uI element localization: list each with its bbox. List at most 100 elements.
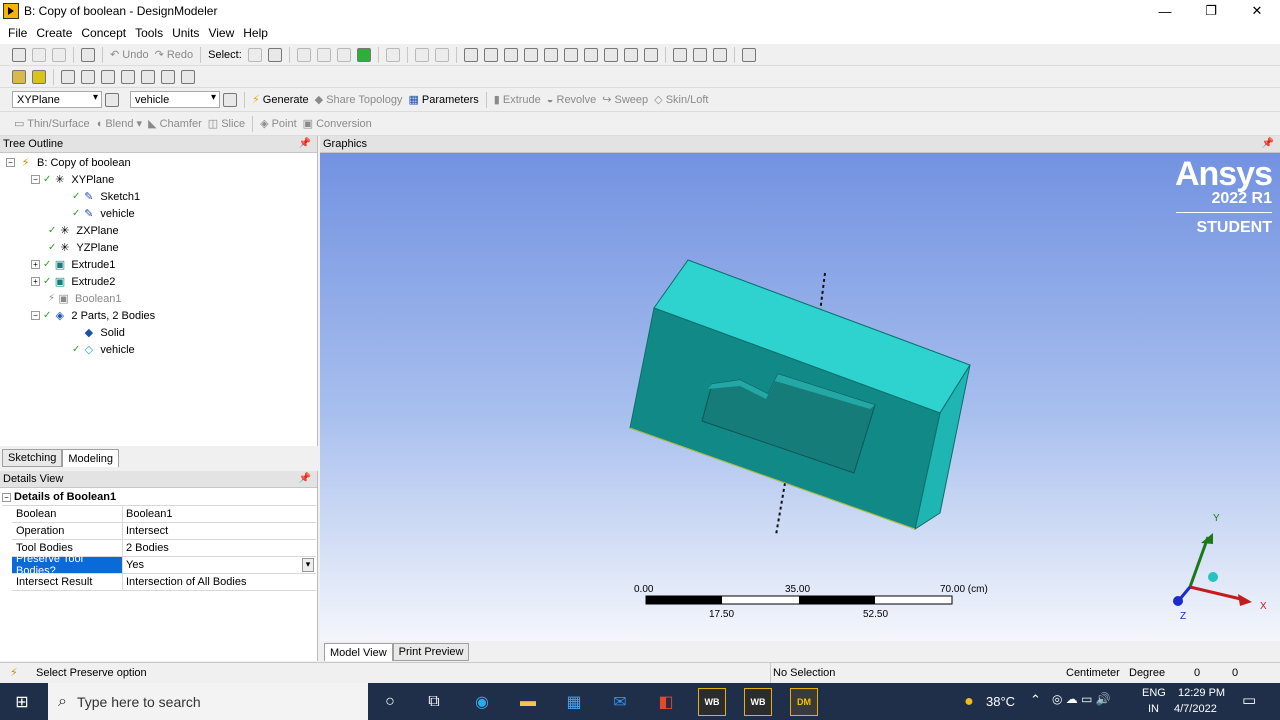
select-point-icon[interactable] xyxy=(296,47,311,62)
graphics-viewport[interactable]: Graphics 📌 Ansys 2022 R1 STUDENT 0.00 35.… xyxy=(320,136,1280,641)
weather-temp[interactable]: 38°C xyxy=(986,694,1015,709)
workbench-icon-1[interactable]: WB xyxy=(698,688,726,716)
details-section-header[interactable]: − Details of Boolean1 xyxy=(2,489,316,506)
minimize-button[interactable]: — xyxy=(1142,0,1188,22)
display-model-icon[interactable] xyxy=(692,47,707,62)
tray-icons[interactable]: ◎ ☁ ▭ 🔊 xyxy=(1052,692,1111,706)
task-view-icon[interactable]: ⧉ xyxy=(420,688,448,716)
chamfer-button[interactable]: ◣ Chamfer xyxy=(148,117,202,130)
details-row-preserve-tool-bodies[interactable]: Preserve Tool Bodies? Yes ▾ xyxy=(12,553,316,577)
blend-button[interactable]: ◖ Blend ▾ xyxy=(96,117,142,130)
tab-model-view[interactable]: Model View xyxy=(324,643,393,661)
expand-icon[interactable]: + xyxy=(31,260,40,269)
collapse-icon[interactable]: − xyxy=(2,492,11,502)
weather-sun-icon[interactable]: ● xyxy=(955,688,983,716)
zoom-icon[interactable] xyxy=(503,47,518,62)
cortana-icon[interactable]: ○ xyxy=(376,688,404,716)
collapse-icon[interactable]: − xyxy=(31,175,40,184)
line-tool-icon[interactable] xyxy=(61,69,75,84)
model-3d-view[interactable]: 0.00 35.00 70.00 (cm) 17.50 52.50 Y X Z xyxy=(320,153,1280,641)
new-sketch-icon[interactable] xyxy=(223,92,237,107)
spline-tool-icon[interactable] xyxy=(121,69,135,84)
expand-icon[interactable]: + xyxy=(31,277,40,286)
pin-icon[interactable]: 📌 xyxy=(1262,138,1274,149)
extrude-button[interactable]: ▮ Extrude xyxy=(494,93,541,106)
box-zoom-icon[interactable] xyxy=(563,47,578,62)
close-button[interactable]: ✕ xyxy=(1234,0,1280,22)
file-explorer-icon[interactable]: ▬ xyxy=(514,688,542,716)
redo-button[interactable]: ↷ Redo xyxy=(155,48,194,61)
taskbar-search[interactable]: ⌕ Type here to search xyxy=(48,683,368,720)
skin-loft-button[interactable]: ◇ Skin/Loft xyxy=(654,93,708,106)
menu-create[interactable]: Create xyxy=(36,26,72,40)
slice-button[interactable]: ◫ Slice xyxy=(208,117,245,130)
collapse-icon[interactable]: − xyxy=(31,311,40,320)
menu-tools[interactable]: Tools xyxy=(135,26,163,40)
select-mode-icon[interactable] xyxy=(247,47,262,62)
menu-units[interactable]: Units xyxy=(172,26,199,40)
point-button[interactable]: ◈ Point xyxy=(260,117,297,130)
tree-node-xyplane[interactable]: − ✓ ✳ XYPlane xyxy=(31,171,114,188)
plane-select[interactable]: XYPlane xyxy=(12,91,102,108)
pin-icon[interactable]: 📌 xyxy=(299,138,311,149)
sketch-select[interactable]: vehicle xyxy=(130,91,220,108)
edge-browser-icon[interactable]: ◉ xyxy=(468,688,496,716)
box-select-icon[interactable] xyxy=(414,47,429,62)
parameters-button[interactable]: ▦ Parameters xyxy=(408,93,478,106)
arc-tool-icon[interactable] xyxy=(101,69,115,84)
menu-view[interactable]: View xyxy=(208,26,234,40)
menu-file[interactable]: File xyxy=(8,26,27,40)
zoom-fit-icon[interactable] xyxy=(583,47,598,62)
tree-node-root[interactable]: − ⚡ B: Copy of boolean xyxy=(6,154,131,171)
tree-node-zxplane[interactable]: ✓ ✳ ZXPlane xyxy=(48,222,119,239)
preserve-select[interactable]: Yes ▾ xyxy=(123,557,316,573)
menu-concept[interactable]: Concept xyxy=(81,26,126,40)
designmodeler-app-icon[interactable] xyxy=(3,3,19,19)
clock-time[interactable]: 12:29 PM xyxy=(1178,687,1225,699)
sweep-button[interactable]: ↪ Sweep xyxy=(602,93,648,106)
new-plane-icon[interactable] xyxy=(105,92,119,107)
edge-color-icon[interactable] xyxy=(32,69,46,84)
language-region[interactable]: IN xyxy=(1148,703,1159,715)
construction-tool-icon[interactable] xyxy=(141,69,155,84)
clock-date[interactable]: 4/7/2022 xyxy=(1174,703,1217,715)
tree-node-extrude2[interactable]: + ✓ ▣ Extrude2 xyxy=(31,273,115,290)
workbench-icon-2[interactable]: WB xyxy=(744,688,772,716)
select-pointer-icon[interactable] xyxy=(267,47,282,62)
revolve-button[interactable]: ◒ Revolve xyxy=(547,94,596,106)
tangent-line-icon[interactable] xyxy=(81,69,95,84)
zoom-out-icon[interactable] xyxy=(543,47,558,62)
tree-node-vehicle-body[interactable]: ✓ ◇ vehicle xyxy=(72,341,135,358)
tree-node-vehicle-sketch[interactable]: ✓ ✎ vehicle xyxy=(72,205,135,222)
face-color-icon[interactable] xyxy=(12,69,26,84)
undo-button[interactable]: ↶ Undo xyxy=(110,48,149,61)
tab-print-preview[interactable]: Print Preview xyxy=(392,643,470,661)
share-topology-button[interactable]: ◆ Share Topology xyxy=(315,93,403,106)
language-code[interactable]: ENG xyxy=(1142,687,1166,699)
details-row-intersect-result[interactable]: Intersect Result Intersection of All Bodi… xyxy=(12,574,316,591)
save-icon[interactable] xyxy=(52,47,66,62)
select-face-icon[interactable] xyxy=(336,47,351,62)
help-icon[interactable] xyxy=(741,47,756,62)
details-row-boolean[interactable]: Boolean Boolean1 xyxy=(12,506,316,523)
generate-button[interactable]: ⚡ Generate xyxy=(252,93,309,106)
tab-sketching[interactable]: Sketching xyxy=(2,449,63,467)
collapse-icon[interactable]: − xyxy=(6,158,15,167)
extend-selection-icon[interactable] xyxy=(385,47,400,62)
details-row-operation[interactable]: Operation Intersect xyxy=(12,523,316,540)
windows-start-icon[interactable]: ⊞ xyxy=(8,688,36,716)
new-file-icon[interactable] xyxy=(12,47,26,62)
tab-modeling[interactable]: Modeling xyxy=(62,449,119,467)
open-icon[interactable] xyxy=(32,47,46,62)
iso-view-icon[interactable] xyxy=(623,47,638,62)
mail-icon[interactable]: ✉ xyxy=(606,688,634,716)
maximize-button[interactable]: ❐ xyxy=(1188,0,1234,22)
dropdown-arrow-icon[interactable]: ▾ xyxy=(302,558,314,572)
dimension-tool-icon[interactable] xyxy=(181,69,195,84)
magnifier-icon[interactable] xyxy=(603,47,618,62)
menu-help[interactable]: Help xyxy=(243,26,268,40)
tree-node-solid[interactable]: ✓ ◆ Solid xyxy=(72,324,125,341)
conversion-button[interactable]: ▣ Conversion xyxy=(303,117,372,130)
pan-icon[interactable] xyxy=(483,47,498,62)
tree-node-boolean1[interactable]: ⚡ ▣ Boolean1 xyxy=(48,290,122,307)
